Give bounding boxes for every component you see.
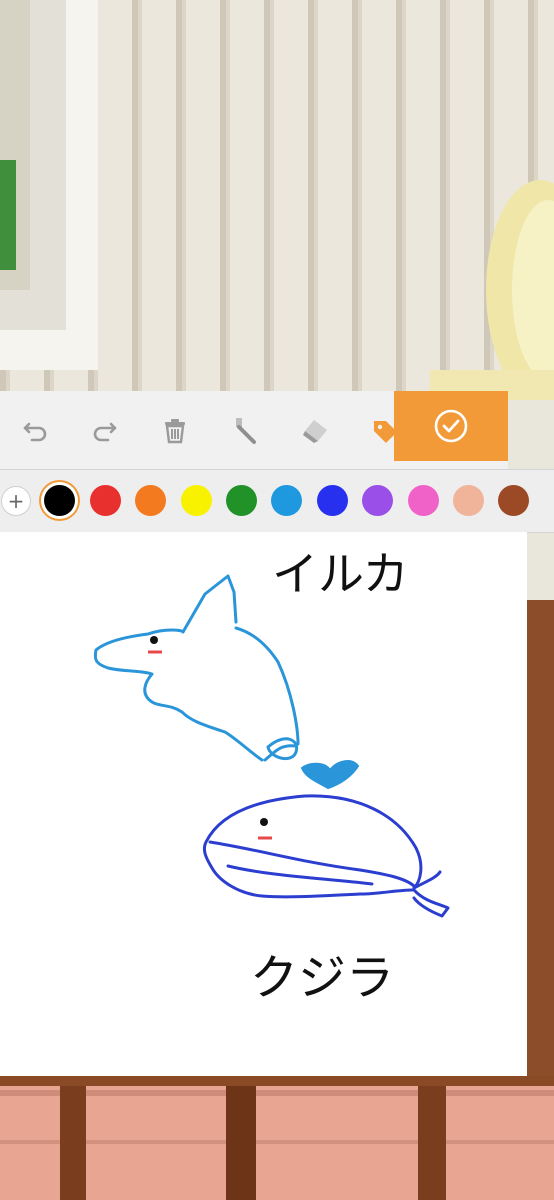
drawing-canvas[interactable]: イルカ クジラ bbox=[0, 532, 527, 1076]
eyedropper-icon bbox=[236, 418, 256, 444]
undo-button[interactable] bbox=[0, 391, 70, 469]
eraser-icon bbox=[303, 420, 327, 443]
redo-icon bbox=[93, 422, 117, 442]
color-swatch-purple[interactable] bbox=[362, 485, 393, 516]
drawing-toolbar bbox=[0, 391, 508, 469]
color-swatch-orange[interactable] bbox=[135, 485, 166, 516]
color-swatch-blue[interactable] bbox=[317, 485, 348, 516]
whale-label: クジラ bbox=[250, 950, 394, 1006]
undo-icon bbox=[23, 422, 47, 442]
done-button[interactable] bbox=[394, 391, 508, 461]
whale-drawing bbox=[202, 794, 450, 918]
color-swatch-green[interactable] bbox=[226, 485, 257, 516]
color-swatch-sky-blue[interactable] bbox=[271, 485, 302, 516]
color-swatch-brown[interactable] bbox=[498, 485, 529, 516]
add-color-button[interactable]: + bbox=[1, 486, 31, 516]
dolphin-drawing bbox=[93, 574, 300, 762]
redo-button[interactable] bbox=[70, 391, 140, 469]
color-swatch-yellow[interactable] bbox=[181, 485, 212, 516]
color-palette: + bbox=[0, 469, 554, 533]
drawing-layer: イルカ クジラ bbox=[93, 547, 450, 1006]
color-swatch-black[interactable] bbox=[44, 485, 75, 516]
clear-button[interactable] bbox=[140, 391, 210, 469]
color-swatch-red[interactable] bbox=[90, 485, 121, 516]
trash-icon bbox=[165, 419, 185, 444]
check-circle-icon bbox=[434, 409, 468, 443]
eyedropper-button[interactable] bbox=[210, 391, 280, 469]
color-swatch-peach[interactable] bbox=[453, 485, 484, 516]
eraser-button[interactable] bbox=[280, 391, 350, 469]
dolphin-label: イルカ bbox=[272, 547, 409, 601]
color-swatch-pink[interactable] bbox=[408, 485, 439, 516]
